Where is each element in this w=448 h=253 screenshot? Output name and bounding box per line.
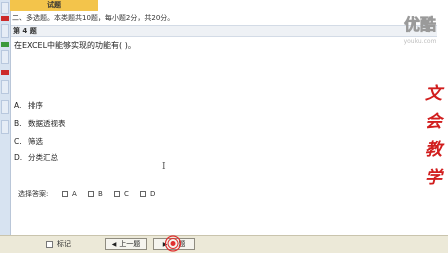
option-letter: A. — [14, 101, 22, 110]
question-text: 在EXCEL中能够实现的功能有( )。 — [14, 41, 136, 50]
question-number: 第 4 题 — [13, 27, 37, 35]
footer-toolbar: 标记 ◀ 上一题 ▶ 题 — [0, 235, 448, 253]
answer-checkbox-d[interactable]: D — [140, 188, 155, 200]
answer-checkbox-b[interactable]: B — [88, 188, 103, 200]
brand-vertical-text: 文 会 教 学 — [425, 80, 442, 192]
mark-label[interactable]: 标记 — [57, 239, 71, 250]
answer-checkbox-a[interactable]: A — [62, 188, 77, 200]
checkbox-icon[interactable] — [62, 191, 68, 197]
exam-tab-title[interactable]: 试题 — [10, 0, 98, 11]
sidebar-tile[interactable] — [1, 100, 9, 114]
prev-button-label: 上一题 — [119, 240, 141, 248]
sidebar-tile[interactable] — [1, 50, 9, 64]
brand-char: 教 — [425, 140, 442, 160]
checkbox-icon[interactable] — [88, 191, 94, 197]
sidebar-tile[interactable] — [1, 120, 9, 134]
sidebar-red-marker — [1, 16, 9, 21]
option-text: 分类汇总 — [28, 153, 58, 162]
option-text: 排序 — [28, 101, 43, 110]
brand-char: 学 — [425, 168, 442, 188]
brand-char: 会 — [425, 112, 442, 132]
section-instructions: 二、多选题。本类题共10题，每小题2分，共20分。 — [12, 14, 175, 22]
youku-watermark-logo: 优酷 — [404, 15, 437, 35]
watermark-text: 优酷 — [404, 15, 436, 34]
triangle-left-icon: ◀ — [111, 241, 117, 248]
sidebar-green-marker — [1, 42, 9, 47]
option-text: 数据透视表 — [28, 119, 66, 128]
sidebar-tile[interactable] — [1, 2, 9, 14]
sidebar-red-marker — [1, 70, 9, 75]
mark-checkbox[interactable] — [46, 241, 53, 248]
option-a: A. 排序 — [14, 100, 43, 112]
sidebar-tile[interactable] — [1, 24, 9, 38]
question-number-bar: 第 4 题 — [11, 25, 437, 37]
text-cursor-icon: I — [162, 162, 166, 172]
checkbox-icon[interactable] — [140, 191, 146, 197]
option-d: D. 分类汇总 — [14, 152, 58, 164]
option-letter: D. — [14, 153, 23, 162]
option-b: B. 数据透视表 — [14, 118, 66, 130]
answer-checkbox-c[interactable]: C — [114, 188, 129, 200]
option-letter: B. — [14, 119, 22, 128]
option-c: C. 筛选 — [14, 136, 43, 148]
answer-label: 选择答案: — [18, 190, 49, 198]
checkbox-icon[interactable] — [114, 191, 120, 197]
option-letter: C. — [14, 137, 22, 146]
option-text: 筛选 — [28, 137, 43, 146]
record-cursor-icon — [164, 235, 182, 252]
brand-char: 文 — [425, 84, 442, 104]
watermark-subtext: youku.com — [403, 38, 437, 45]
prev-question-button[interactable]: ◀ 上一题 — [105, 238, 147, 250]
sidebar-tile[interactable] — [1, 80, 9, 94]
left-sidebar — [0, 0, 10, 252]
